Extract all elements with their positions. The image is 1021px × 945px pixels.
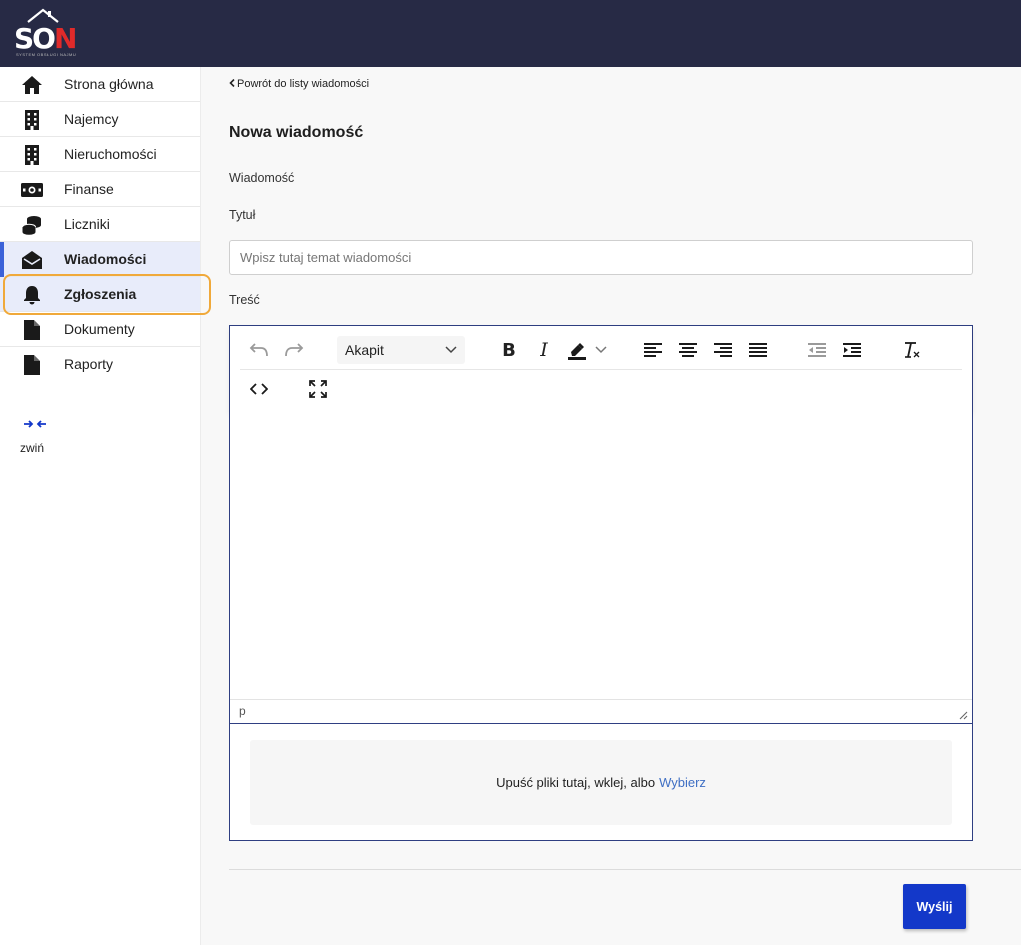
- drop-zone-text: Upuść pliki tutaj, wklej, albo: [496, 775, 656, 790]
- resize-grip-icon[interactable]: [959, 711, 968, 720]
- logo-subtitle: SYSTEM OBSŁUGI NAJMU: [16, 52, 77, 57]
- rich-text-editor: Akapit B I p Upuść pliki tutaj, wklej, a…: [229, 325, 973, 841]
- align-center-button[interactable]: [673, 335, 703, 365]
- sidebar-item-wiadomosci[interactable]: Wiadomości: [0, 242, 200, 277]
- money-icon: [21, 180, 43, 200]
- chevron-down-icon: [445, 346, 457, 354]
- sidebar-item-nieruchomosci[interactable]: Nieruchomości: [0, 137, 200, 172]
- app-logo[interactable]: SON SYSTEM OBSŁUGI NAJMU: [12, 8, 77, 58]
- sidebar-item-zgloszenia[interactable]: Zgłoszenia: [0, 277, 200, 312]
- logo-text: SON: [14, 22, 77, 55]
- building-icon: [21, 110, 43, 130]
- undo-button[interactable]: [244, 335, 274, 365]
- top-bar: SON SYSTEM OBSŁUGI NAJMU: [0, 0, 1021, 67]
- sidebar-item-label: Finanse: [64, 181, 114, 197]
- sidebar-item-label: Najemcy: [64, 111, 119, 127]
- file-icon: [21, 355, 43, 375]
- indent-icon: [843, 343, 861, 357]
- sidebar-item-label: Dokumenty: [64, 321, 135, 337]
- bell-icon: [21, 285, 43, 305]
- align-right-icon: [714, 343, 732, 357]
- sidebar-item-dokumenty[interactable]: Dokumenty: [0, 312, 200, 347]
- sidebar-item-raporty[interactable]: Raporty: [0, 347, 200, 382]
- sidebar-item-finanse[interactable]: Finanse: [0, 172, 200, 207]
- section-label: Wiadomość: [229, 171, 295, 185]
- fullscreen-button[interactable]: [303, 374, 333, 404]
- sidebar-item-label: Raporty: [64, 356, 114, 372]
- fullscreen-icon: [309, 380, 327, 398]
- indent-button[interactable]: [837, 335, 867, 365]
- chevron-left-icon: [229, 78, 235, 88]
- choose-files-link[interactable]: Wybierz: [659, 775, 706, 790]
- editor-toolbar: Akapit B I: [230, 326, 972, 412]
- sidebar-item-label: Wiadomości: [64, 251, 147, 267]
- home-icon: [21, 75, 43, 95]
- footer-divider: [229, 869, 1021, 870]
- redo-icon: [285, 343, 304, 357]
- attachments-area: Upuść pliki tutaj, wklej, albo Wybierz: [230, 723, 972, 840]
- back-link-label: Powrót do listy wiadomości: [237, 78, 370, 90]
- highlight-color-button[interactable]: [563, 335, 611, 365]
- align-left-icon: [644, 343, 662, 357]
- redo-button[interactable]: [279, 335, 309, 365]
- send-button[interactable]: Wyślij: [903, 884, 966, 929]
- sidebar-item-label: Liczniki: [64, 216, 110, 232]
- sidebar-item-strona-glowna[interactable]: Strona główna: [0, 67, 200, 102]
- align-justify-icon: [749, 343, 767, 357]
- title-field-label: Tytuł: [229, 208, 256, 222]
- bold-button[interactable]: B: [494, 335, 524, 365]
- title-input[interactable]: [229, 240, 973, 275]
- sidebar-item-label: Nieruchomości: [64, 146, 157, 162]
- undo-icon: [249, 343, 268, 357]
- highlighter-icon: [568, 343, 586, 360]
- content-field-label: Treść: [229, 293, 260, 307]
- toolbar-row-divider: [240, 369, 962, 370]
- element-path[interactable]: p: [239, 704, 246, 718]
- clear-formatting-icon: [905, 342, 920, 358]
- italic-button[interactable]: I: [529, 335, 559, 365]
- editor-statusbar: p: [230, 699, 972, 723]
- editor-content-area[interactable]: [230, 412, 972, 700]
- bold-icon: B: [502, 339, 516, 361]
- code-icon: [250, 383, 268, 395]
- source-code-button[interactable]: [244, 374, 274, 404]
- sidebar-item-label: Zgłoszenia: [64, 286, 137, 302]
- align-center-icon: [679, 343, 697, 357]
- sidebar-item-label: Strona główna: [64, 76, 154, 92]
- block-format-value: Akapit: [345, 342, 384, 358]
- file-icon: [21, 320, 43, 340]
- collapse-arrows-icon: [24, 420, 46, 428]
- chevron-down-icon: [595, 346, 607, 354]
- sidebar-item-najemcy[interactable]: Najemcy: [0, 102, 200, 137]
- sidebar: Strona główna Najemcy Nieruchomości Fina…: [0, 67, 201, 945]
- align-left-button[interactable]: [638, 335, 668, 365]
- building-icon: [21, 145, 43, 165]
- file-drop-zone[interactable]: Upuść pliki tutaj, wklej, albo Wybierz: [250, 740, 952, 825]
- collapse-label: zwiń: [20, 441, 45, 455]
- page-title: Nowa wiadomość: [229, 124, 364, 141]
- envelope-open-icon: [21, 250, 43, 270]
- sidebar-item-liczniki[interactable]: Liczniki: [0, 207, 200, 242]
- coins-icon: [21, 215, 43, 235]
- italic-icon: I: [540, 339, 548, 361]
- outdent-button[interactable]: [802, 335, 832, 365]
- outdent-icon: [808, 343, 826, 357]
- align-right-button[interactable]: [708, 335, 738, 365]
- block-format-select[interactable]: Akapit: [337, 336, 465, 364]
- clear-formatting-button[interactable]: [896, 335, 926, 365]
- back-link[interactable]: Powrót do listy wiadomości: [229, 78, 369, 90]
- justify-button[interactable]: [743, 335, 773, 365]
